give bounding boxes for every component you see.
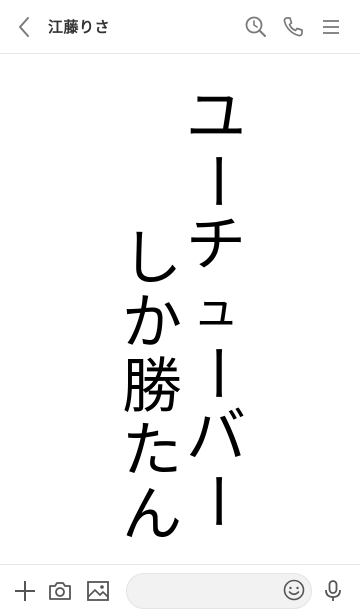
camera-icon — [49, 582, 71, 600]
wallpaper-char: ュ — [193, 282, 239, 336]
wallpaper-text-right-column: ユ ー チ ュ ー バ ー — [180, 85, 252, 533]
search-clock-icon — [245, 16, 266, 37]
menu-icon — [323, 20, 339, 34]
wallpaper-char: 勝 — [122, 352, 182, 422]
wallpaper-char: チ — [186, 210, 246, 280]
microphone-icon — [325, 580, 341, 601]
wallpaper-char: バ — [186, 402, 246, 472]
message-input-bar — [0, 564, 360, 616]
chat-title[interactable]: 江藤りさ — [48, 16, 110, 37]
image-button[interactable] — [85, 578, 111, 604]
wallpaper-char: ー — [181, 471, 251, 531]
add-button[interactable] — [12, 578, 38, 604]
phone-icon — [283, 17, 303, 37]
search-button[interactable] — [243, 14, 269, 40]
chat-wallpaper: ユ ー チ ュ ー バ ー し か 勝 た ん — [0, 55, 360, 564]
microphone-button[interactable] — [320, 578, 346, 604]
emoji-icon — [283, 579, 305, 601]
chat-header: 江藤りさ — [0, 0, 360, 54]
wallpaper-char: ん — [122, 480, 182, 550]
chevron-left-icon — [19, 17, 29, 37]
wallpaper-char: か — [122, 288, 182, 358]
wallpaper-char: ユ — [186, 82, 246, 152]
wallpaper-char: ー — [181, 151, 251, 211]
wallpaper-char: た — [122, 416, 182, 486]
call-button[interactable] — [280, 14, 306, 40]
camera-button[interactable] — [47, 578, 73, 604]
back-button[interactable] — [12, 14, 38, 40]
emoji-button[interactable] — [282, 578, 308, 604]
menu-button[interactable] — [318, 14, 344, 40]
plus-icon — [15, 581, 35, 601]
wallpaper-char: ー — [181, 343, 251, 403]
wallpaper-text-left-column: し か 勝 た ん — [116, 227, 188, 547]
wallpaper-char: し — [122, 224, 182, 294]
image-icon — [87, 581, 109, 601]
